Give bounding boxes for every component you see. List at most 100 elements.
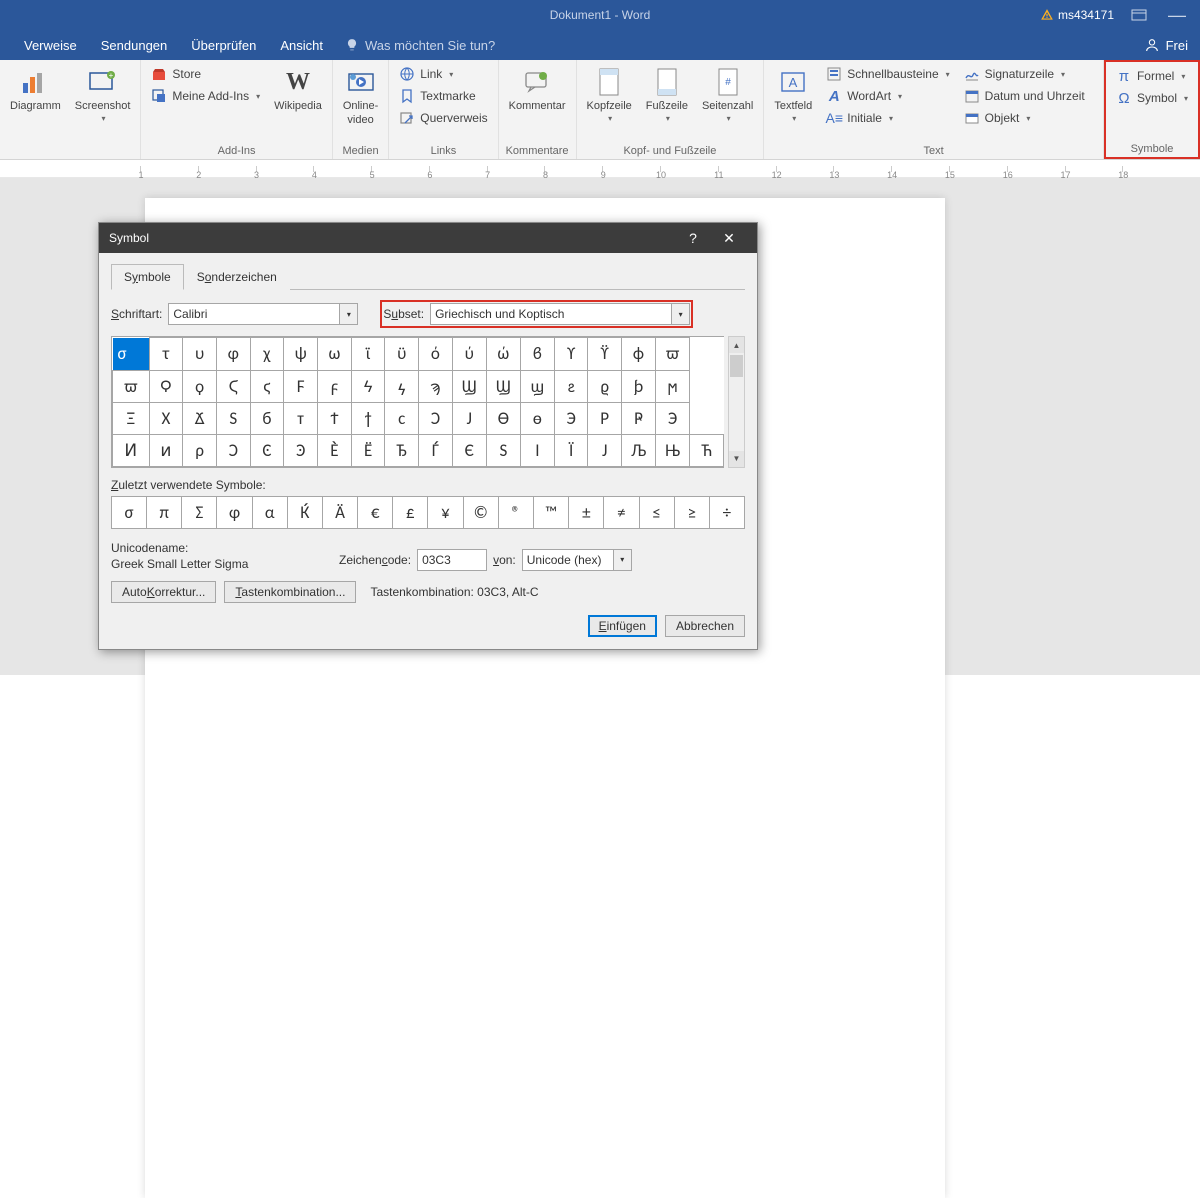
symbol-cell[interactable]: Ͽ	[284, 434, 318, 466]
online-video-button[interactable]: Online- video	[339, 64, 382, 128]
recent-symbol-cell[interactable]: π	[147, 496, 182, 528]
seitenzahl-button[interactable]: #Seitenzahl▾	[698, 64, 757, 125]
symbol-cell[interactable]: Ѕ	[216, 402, 250, 434]
symbol-cell[interactable]: ө	[520, 402, 554, 434]
symbol-cell[interactable]: υ	[183, 338, 217, 371]
symbol-cell[interactable]: ϟ	[385, 370, 419, 402]
symbol-cell[interactable]: Ϯ	[318, 402, 352, 434]
symbol-cell[interactable]: σ	[113, 338, 149, 370]
recent-symbol-cell[interactable]: ™	[534, 496, 569, 528]
dialog-titlebar[interactable]: Symbol ? ✕	[99, 223, 757, 253]
diagram-button[interactable]: Diagramm	[6, 64, 65, 114]
recent-symbol-cell[interactable]: Σ	[182, 496, 217, 528]
recent-symbol-cell[interactable]: ÷	[709, 496, 744, 528]
dialog-help-button[interactable]: ?	[675, 223, 711, 253]
recent-symbol-cell[interactable]: ≤	[639, 496, 674, 528]
symbol-cell[interactable]: Ͻ	[216, 434, 250, 466]
symbol-cell[interactable]: ϱ	[588, 370, 622, 402]
symbol-cell[interactable]: Ҏ	[621, 402, 655, 434]
symbol-cell[interactable]: Њ	[656, 434, 690, 466]
schriftart-select[interactable]: Calibri▾	[168, 303, 358, 325]
symbol-cell[interactable]: І	[520, 434, 554, 466]
symbol-cell[interactable]: ϙ	[183, 370, 217, 402]
recent-symbol-cell[interactable]: ≥	[674, 496, 709, 528]
symbol-cell[interactable]: б	[250, 402, 284, 434]
screenshot-button[interactable]: + Screenshot▾	[71, 64, 135, 125]
tab-ansicht[interactable]: Ansicht	[268, 30, 335, 60]
symbol-cell[interactable]: ϯ	[351, 402, 385, 434]
scroll-down-icon[interactable]: ▼	[729, 451, 744, 467]
symbol-cell[interactable]: Ћ	[690, 434, 724, 466]
symbol-cell[interactable]: Ͼ	[250, 434, 284, 466]
initiale-button[interactable]: A≡Initiale▾	[822, 108, 953, 128]
symbol-cell[interactable]: J	[452, 402, 486, 434]
symbol-cell[interactable]: Ө	[486, 402, 520, 434]
tab-ueberpruefen[interactable]: Überprüfen	[179, 30, 268, 60]
symbol-cell[interactable]: т	[284, 402, 318, 434]
share-user[interactable]: Frei	[1144, 37, 1188, 53]
symbol-cell[interactable]: Э	[554, 402, 588, 434]
store-button[interactable]: Store	[147, 64, 264, 84]
textfeld-button[interactable]: ATextfeld▾	[770, 64, 816, 125]
von-select[interactable]: Unicode (hex)▾	[522, 549, 632, 571]
symbol-cell[interactable]: ϔ	[588, 338, 622, 371]
autokorrektur-button[interactable]: AutoKorrektur...	[111, 581, 216, 603]
recent-symbol-cell[interactable]: ≠	[604, 496, 639, 528]
symbol-button[interactable]: ΩSymbol▾	[1112, 88, 1192, 108]
schnellbausteine-button[interactable]: Schnellbausteine▾	[822, 64, 953, 84]
symbol-cell[interactable]: ϛ	[250, 370, 284, 402]
symbol-cell[interactable]: Ͷ	[113, 434, 150, 466]
recent-symbol-cell[interactable]: σ	[112, 496, 147, 528]
symbol-cell[interactable]: ϋ	[385, 338, 419, 371]
datum-button[interactable]: Datum und Uhrzeit	[960, 86, 1089, 106]
recent-symbol-cell[interactable]: φ	[217, 496, 252, 528]
symbol-cell[interactable]: Χ	[149, 402, 183, 434]
kopfzeile-button[interactable]: Kopfzeile▾	[583, 64, 636, 125]
symbol-cell[interactable]: Р	[588, 402, 622, 434]
symbol-cell[interactable]: Ѐ	[318, 434, 352, 466]
symbol-cell[interactable]: ϡ	[419, 370, 453, 402]
recent-symbol-cell[interactable]: ®	[498, 496, 533, 528]
symbol-cell[interactable]: ϣ	[520, 370, 554, 402]
symbol-cell[interactable]: Ϛ	[216, 370, 250, 402]
recent-symbol-cell[interactable]: Ќ	[287, 496, 322, 528]
symbol-cell[interactable]: ψ	[284, 338, 318, 371]
symbol-cell[interactable]: Ξ	[113, 402, 150, 434]
wordart-button[interactable]: AWordArt▾	[822, 86, 953, 106]
symbol-cell[interactable]: ϻ	[656, 370, 690, 402]
symbol-cell[interactable]: ͷ	[149, 434, 183, 466]
recent-symbol-cell[interactable]: £	[393, 496, 428, 528]
symbol-cell[interactable]: Ϫ	[183, 402, 217, 434]
ribbon-display-options-icon[interactable]	[1126, 3, 1152, 27]
symbol-cell[interactable]: ϝ	[318, 370, 352, 402]
symbol-cell[interactable]: Ͻ	[419, 402, 453, 434]
symbol-cell[interactable]: Ϝ	[284, 370, 318, 402]
fusszeile-button[interactable]: Fußzeile▾	[642, 64, 692, 125]
symbol-cell[interactable]: ϊ	[351, 338, 385, 371]
symbol-cell[interactable]: τ	[149, 338, 183, 371]
symbol-cell[interactable]: Є	[452, 434, 486, 466]
symbol-cell[interactable]: ϸ	[621, 370, 655, 402]
zeichencode-input[interactable]: 03C3	[417, 549, 487, 571]
symbol-cell[interactable]: Љ	[621, 434, 655, 466]
symbol-cell[interactable]: ω	[318, 338, 352, 371]
symbol-cell[interactable]: ό	[419, 338, 453, 371]
recent-symbol-cell[interactable]: €	[358, 496, 393, 528]
symbol-cell[interactable]: Ј	[588, 434, 622, 466]
recent-symbol-cell[interactable]: ©	[463, 496, 498, 528]
tab-sonderzeichen[interactable]: Sonderzeichen	[184, 264, 290, 290]
symbol-cell[interactable]: Ѓ	[419, 434, 453, 466]
my-addins-button[interactable]: Meine Add-Ins▾	[147, 86, 264, 106]
signaturzeile-button[interactable]: Signaturzeile▾	[960, 64, 1089, 84]
grid-scrollbar[interactable]: ▲ ▼	[728, 336, 745, 468]
symbol-cell[interactable]: ϖ	[113, 370, 150, 402]
abbrechen-button[interactable]: Abbrechen	[665, 615, 745, 637]
wikipedia-button[interactable]: W Wikipedia	[270, 64, 326, 114]
symbol-cell[interactable]: ϩ	[554, 370, 588, 402]
symbol-cell[interactable]: Ђ	[385, 434, 419, 466]
account-warning[interactable]: ms434171	[1040, 8, 1114, 22]
symbol-cell[interactable]: ύ	[452, 338, 486, 371]
symbol-cell[interactable]: ϒ	[554, 338, 588, 371]
symbol-cell[interactable]: Ё	[351, 434, 385, 466]
recent-symbol-cell[interactable]: α	[252, 496, 287, 528]
